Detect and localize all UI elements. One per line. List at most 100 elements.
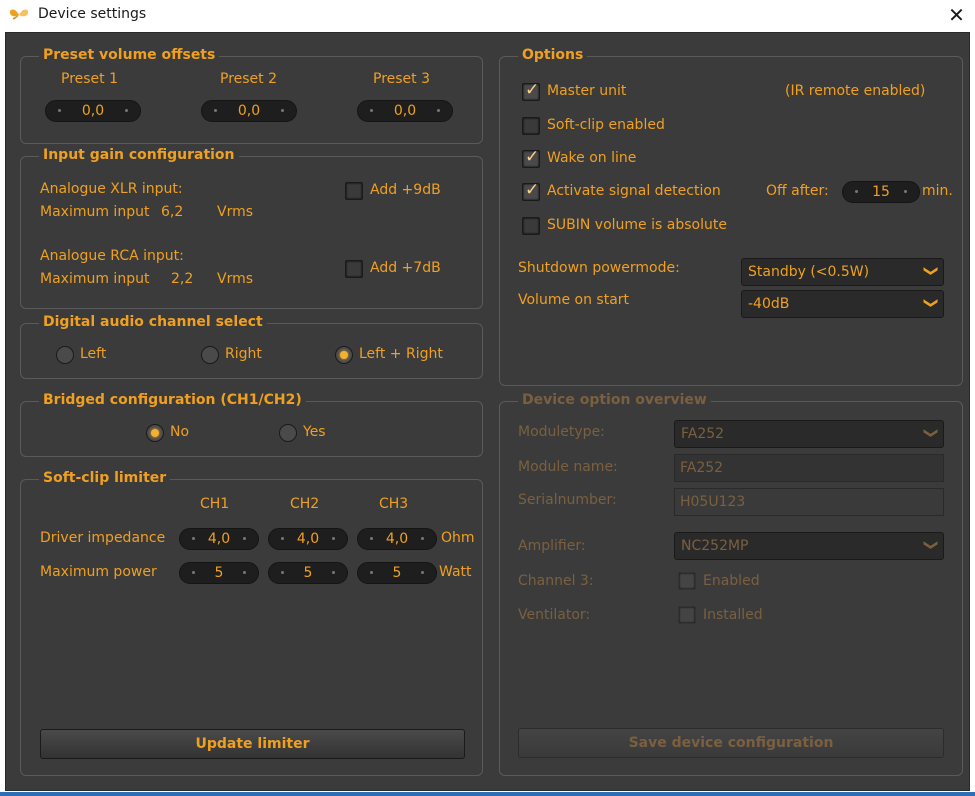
ch1-power-value: 5 xyxy=(214,565,224,581)
radio-left-right[interactable] xyxy=(335,346,353,364)
softclip-title: Soft-clip limiter xyxy=(39,470,171,486)
shutdown-powermode-select[interactable]: Standby (<0.5W) ❯ xyxy=(741,258,944,286)
preset-1-label: Preset 1 xyxy=(61,71,119,87)
moduletype-select[interactable]: FA252 ❯ xyxy=(674,420,944,448)
digital-channel-title: Digital audio channel select xyxy=(39,314,267,330)
moduletype-value: FA252 xyxy=(681,426,725,442)
ch2-power-value: 5 xyxy=(303,565,313,581)
ch3-impedance-spinner[interactable]: 4,0 xyxy=(357,528,437,550)
xlr-input-label: Analogue XLR input: xyxy=(40,181,183,197)
device-overview-title: Device option overview xyxy=(518,392,711,408)
radio-left-right-label: Left + Right xyxy=(359,346,443,362)
shutdown-powermode-value: Standby (<0.5W) xyxy=(748,264,870,280)
signal-detection-checkbox[interactable] xyxy=(522,180,540,201)
channel3-check-label: Enabled xyxy=(703,573,760,589)
bridged-title: Bridged configuration (CH1/CH2) xyxy=(39,392,306,408)
subin-absolute-label: SUBIN volume is absolute xyxy=(547,217,727,233)
butterfly-icon xyxy=(9,9,29,20)
ch2-impedance-spinner[interactable]: 4,0 xyxy=(268,528,348,550)
rca-max-label: Maximum input xyxy=(40,271,150,287)
ch2-impedance-value: 4,0 xyxy=(296,531,320,547)
off-after-value: 15 xyxy=(872,184,890,200)
ch1-header: CH1 xyxy=(200,496,230,512)
ch3-power-spinner[interactable]: 5 xyxy=(357,562,437,584)
xlr-max-value: 6,2 xyxy=(161,204,184,220)
module-name-label: Module name: xyxy=(518,459,618,475)
preset-3-label: Preset 3 xyxy=(373,71,431,87)
ventilator-label: Ventilator: xyxy=(518,607,591,623)
window-title: Device settings xyxy=(38,6,147,22)
update-limiter-button[interactable]: Update limiter xyxy=(40,729,465,759)
title-bar: Device settings ✕ xyxy=(0,0,975,32)
impedance-unit: Ohm xyxy=(441,530,475,546)
ventilator-checkbox[interactable] xyxy=(678,606,696,624)
preset-1-spinner[interactable]: 0,0 xyxy=(45,100,141,122)
softclip-enabled-label: Soft-clip enabled xyxy=(547,117,665,133)
ventilator-check-label: Installed xyxy=(703,607,763,623)
volume-on-start-select[interactable]: -40dB ❯ xyxy=(741,290,944,318)
input-gain-title: Input gain configuration xyxy=(39,147,239,163)
wake-on-line-label: Wake on line xyxy=(547,150,637,166)
ir-remote-note: (IR remote enabled) xyxy=(785,83,926,99)
channel3-label: Channel 3: xyxy=(518,573,594,589)
input-gain-group: Input gain configuration Analogue XLR in… xyxy=(20,147,483,309)
options-title: Options xyxy=(518,47,588,63)
channel3-checkbox[interactable] xyxy=(678,572,696,590)
ch1-power-spinner[interactable]: 5 xyxy=(179,562,259,584)
master-unit-checkbox[interactable] xyxy=(522,80,540,101)
ch2-power-spinner[interactable]: 5 xyxy=(268,562,348,584)
rca-input-label: Analogue RCA input: xyxy=(40,248,184,264)
volume-on-start-value: -40dB xyxy=(748,296,790,312)
window-bottom-edge xyxy=(0,792,975,796)
softclip-group: Soft-clip limiter CH1 CH2 CH3 Driver imp… xyxy=(20,470,483,776)
radio-bridged-no[interactable] xyxy=(146,424,164,442)
subin-absolute-checkbox[interactable] xyxy=(522,217,540,235)
xlr-unit: Vrms xyxy=(217,204,254,220)
ch1-impedance-spinner[interactable]: 4,0 xyxy=(179,528,259,550)
module-name-field[interactable]: FA252 xyxy=(674,454,944,482)
chevron-down-icon: ❯ xyxy=(923,297,940,309)
radio-bridged-yes-label: Yes xyxy=(303,424,326,440)
ch3-power-value: 5 xyxy=(392,565,402,581)
serialnumber-value: H05U123 xyxy=(680,494,746,510)
chevron-down-icon: ❯ xyxy=(923,265,940,277)
radio-left-label: Left xyxy=(80,346,107,362)
off-after-unit: min. xyxy=(922,183,953,199)
rca-max-value: 2,2 xyxy=(171,271,194,287)
save-device-configuration-button[interactable]: Save device configuration xyxy=(518,728,944,758)
driver-impedance-label: Driver impedance xyxy=(40,530,166,546)
dialog-client: Preset volume offsets Preset 1 Preset 2 … xyxy=(5,32,970,791)
amplifier-select[interactable]: NC252MP ❯ xyxy=(674,532,944,560)
off-after-label: Off after: xyxy=(766,183,829,199)
preset-2-spinner[interactable]: 0,0 xyxy=(201,100,297,122)
off-after-spinner[interactable]: 15 xyxy=(842,181,920,203)
moduletype-label: Moduletype: xyxy=(518,424,605,440)
signal-detection-label: Activate signal detection xyxy=(547,183,721,199)
softclip-enabled-checkbox[interactable] xyxy=(522,117,540,135)
xlr-add-label: Add +9dB xyxy=(370,182,441,198)
master-unit-label: Master unit xyxy=(547,83,627,99)
shutdown-powermode-label: Shutdown powermode: xyxy=(518,260,680,276)
radio-bridged-no-label: No xyxy=(170,424,190,440)
radio-bridged-yes[interactable] xyxy=(279,424,297,442)
close-icon[interactable]: ✕ xyxy=(938,0,975,32)
preset-3-spinner[interactable]: 0,0 xyxy=(357,100,453,122)
xlr-add-checkbox[interactable] xyxy=(345,182,363,200)
ch3-impedance-value: 4,0 xyxy=(385,531,409,547)
wake-on-line-checkbox[interactable] xyxy=(522,147,540,168)
module-name-value: FA252 xyxy=(680,460,724,476)
radio-right[interactable] xyxy=(201,346,219,364)
preset-volume-title: Preset volume offsets xyxy=(39,47,220,63)
chevron-down-icon: ❯ xyxy=(923,539,940,551)
ch1-impedance-value: 4,0 xyxy=(207,531,231,547)
serialnumber-label: Serialnumber: xyxy=(518,492,617,508)
ch2-header: CH2 xyxy=(290,496,320,512)
amplifier-label: Amplifier: xyxy=(518,538,586,554)
radio-left[interactable] xyxy=(56,346,74,364)
radio-right-label: Right xyxy=(225,346,262,362)
preset-volume-group: Preset volume offsets Preset 1 Preset 2 … xyxy=(20,47,483,144)
rca-add-checkbox[interactable] xyxy=(345,260,363,278)
preset-2-label: Preset 2 xyxy=(220,71,278,87)
rca-add-label: Add +7dB xyxy=(370,260,441,276)
chevron-down-icon: ❯ xyxy=(923,427,940,439)
